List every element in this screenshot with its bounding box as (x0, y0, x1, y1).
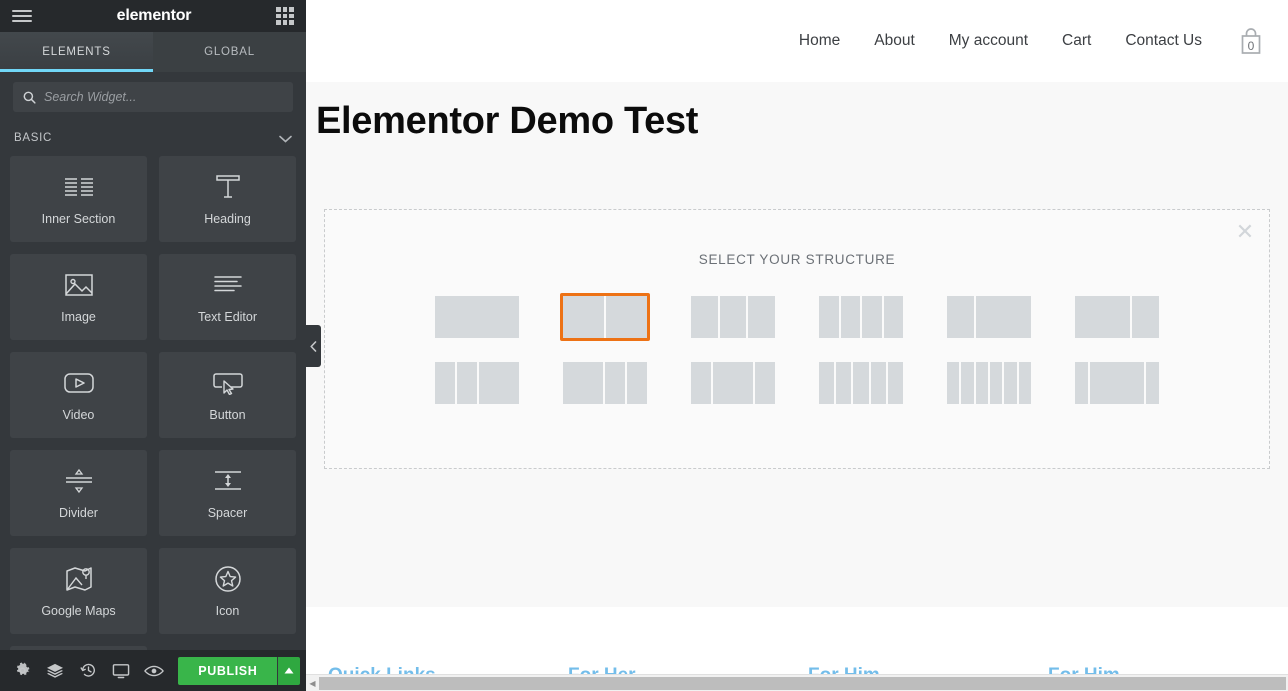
search-input[interactable] (44, 90, 283, 104)
page-title: Elementor Demo Test (316, 100, 699, 142)
widget-heading[interactable]: Heading (159, 156, 296, 242)
elementor-panel: elementor ELEMENTS GLOBAL Search Widget.… (0, 0, 306, 691)
shopping-bag-icon[interactable]: 0 (1236, 24, 1266, 58)
structure-tile-4col[interactable] (816, 293, 906, 341)
structure-tile-25-25-50[interactable] (432, 359, 522, 407)
widget-label: Spacer (207, 506, 248, 520)
widget-icon[interactable]: Icon (159, 548, 296, 634)
structure-row-2 (325, 359, 1269, 407)
navigator-layers-icon[interactable] (39, 650, 72, 691)
widget-partial-next[interactable] (10, 646, 147, 650)
nav-link-contact-us[interactable]: Contact Us (1125, 32, 1202, 50)
publish-options-caret-icon[interactable] (277, 656, 300, 685)
structure-tile-5col[interactable] (816, 359, 906, 407)
structure-tile-1col[interactable] (432, 293, 522, 341)
search-widget-container (0, 72, 306, 112)
structure-tile-25-50-25[interactable] (688, 359, 778, 407)
hero-section: Elementor Demo Test (306, 82, 1288, 209)
chevron-down-icon (279, 132, 292, 145)
widget-grid: Inner Section Heading Image Text Editor … (10, 156, 296, 650)
structure-tile-66-33[interactable] (1072, 293, 1162, 341)
select-structure-title: SELECT YOUR STRUCTURE (698, 252, 896, 267)
image-icon (64, 270, 94, 300)
button-cursor-icon (212, 368, 244, 398)
star-circle-icon (214, 564, 242, 594)
widget-divider[interactable]: Divider (10, 450, 147, 536)
site-preview-iframe: Home About My account Cart Contact Us 0 … (306, 0, 1288, 691)
widget-label: Inner Section (41, 212, 116, 226)
widget-video[interactable]: Video (10, 352, 147, 438)
widget-google-maps[interactable]: Google Maps (10, 548, 147, 634)
widget-label: Video (62, 408, 95, 422)
nav-link-cart[interactable]: Cart (1062, 32, 1091, 50)
tab-elements-label: ELEMENTS (42, 46, 111, 58)
builder-drop-zone: ✕ SELECT YOUR STRUCTURE (306, 209, 1288, 607)
panel-header: elementor (0, 0, 306, 32)
nav-link-my-account[interactable]: My account (949, 32, 1028, 50)
structure-tiles (325, 293, 1269, 407)
scroll-left-arrow-icon[interactable]: ◀ (306, 679, 319, 688)
content-spacer (306, 607, 1288, 665)
widget-label: Text Editor (197, 310, 258, 324)
divider-icon (64, 466, 94, 496)
widget-label: Google Maps (41, 604, 116, 618)
widget-spacer[interactable]: Spacer (159, 450, 296, 536)
panel-tabs: ELEMENTS GLOBAL (0, 32, 306, 72)
spacer-icon (213, 466, 243, 496)
structure-tile-2col[interactable] (560, 293, 650, 341)
google-maps-icon (64, 564, 94, 594)
structure-tile-16-66-16[interactable] (1072, 359, 1162, 407)
nav-link-home[interactable]: Home (799, 32, 840, 50)
widget-label: Divider (59, 506, 98, 520)
panel-footer-toolbar: PUBLISH (0, 650, 306, 691)
heading-t-icon (214, 172, 242, 202)
structure-row-1 (325, 293, 1269, 341)
elementor-logo: elementor (116, 7, 192, 24)
horizontal-scrollbar[interactable]: ◀ (306, 674, 1288, 691)
panel-collapse-handle[interactable] (306, 325, 321, 367)
text-editor-icon (213, 270, 243, 300)
preview-eye-icon[interactable] (137, 650, 170, 691)
responsive-monitor-icon[interactable] (105, 650, 138, 691)
tab-elements[interactable]: ELEMENTS (0, 32, 153, 72)
search-box[interactable] (13, 82, 293, 112)
elementor-editor: elementor ELEMENTS GLOBAL Search Widget.… (0, 0, 1288, 691)
widget-button[interactable]: Button (159, 352, 296, 438)
apps-grid-icon[interactable] (276, 7, 294, 25)
inner-section-icon (63, 172, 95, 202)
close-x-icon[interactable]: ✕ (1233, 220, 1257, 244)
publish-button[interactable]: PUBLISH (178, 656, 278, 685)
structure-selector-panel: ✕ SELECT YOUR STRUCTURE (324, 209, 1270, 469)
widget-label: Image (61, 310, 96, 324)
scrollbar-thumb[interactable] (319, 676, 1286, 690)
video-play-icon (63, 368, 95, 398)
settings-gear-icon[interactable] (6, 650, 39, 691)
widget-inner-section[interactable]: Inner Section (10, 156, 147, 242)
widget-label: Button (209, 408, 246, 422)
structure-tile-3col[interactable] (688, 293, 778, 341)
site-navigation: Home About My account Cart Contact Us 0 (306, 0, 1288, 82)
hamburger-icon[interactable] (12, 10, 32, 22)
widget-list[interactable]: Inner Section Heading Image Text Editor … (0, 156, 306, 650)
history-revisions-icon[interactable] (72, 650, 105, 691)
widget-label: Heading (204, 212, 251, 226)
category-label: BASIC (14, 132, 53, 144)
structure-tile-33-66[interactable] (944, 293, 1034, 341)
structure-tile-6col[interactable] (944, 359, 1034, 407)
nav-link-about[interactable]: About (874, 32, 915, 50)
widget-text-editor[interactable]: Text Editor (159, 254, 296, 340)
widget-label: Icon (215, 604, 240, 618)
structure-tile-50-25-25[interactable] (560, 359, 650, 407)
tab-global-label: GLOBAL (204, 46, 255, 58)
widget-image[interactable]: Image (10, 254, 147, 340)
widget-category-basic[interactable]: BASIC (0, 120, 306, 156)
search-icon (23, 91, 36, 104)
tab-global[interactable]: GLOBAL (153, 32, 306, 72)
cart-count: 0 (1247, 39, 1255, 53)
